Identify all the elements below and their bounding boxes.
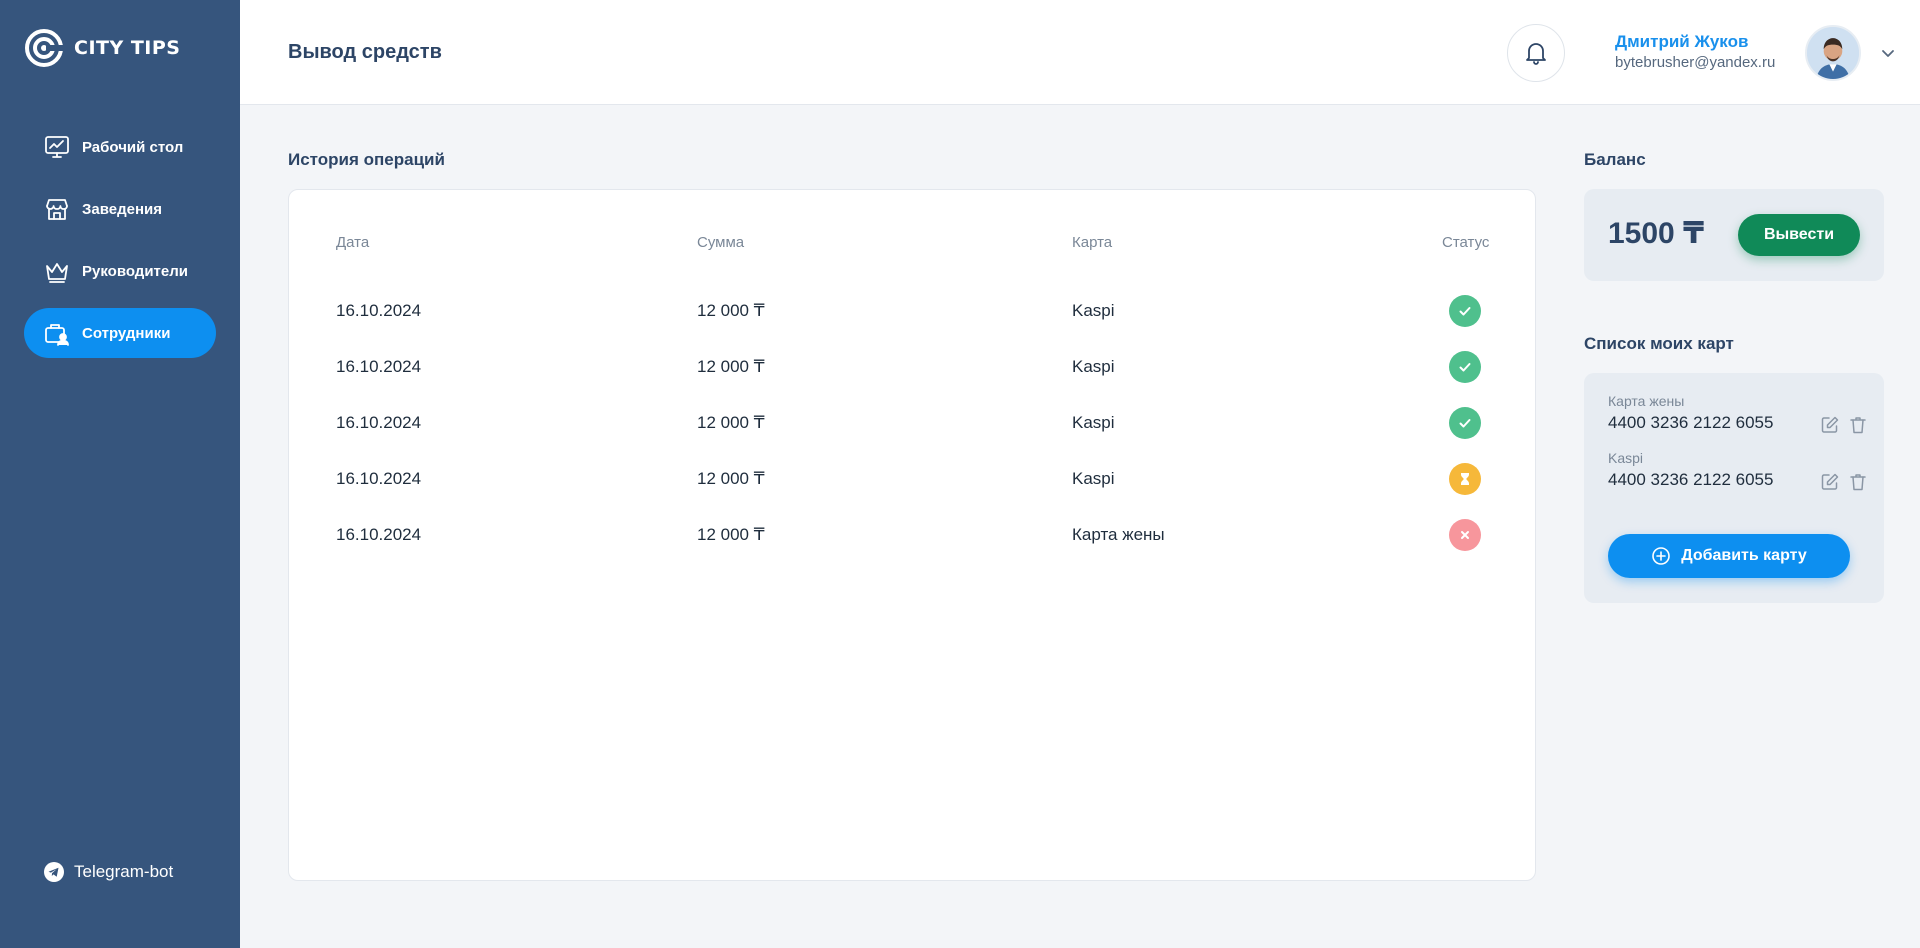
edit-icon (1821, 416, 1839, 433)
crown-icon (46, 263, 68, 283)
table-row[interactable]: 16.10.2024 12 000 ₸ Kaspi (289, 395, 1535, 451)
balance-amount: 1500 ₸ (1608, 217, 1704, 250)
row-amount: 12 000 ₸ (697, 301, 765, 320)
row-date: 16.10.2024 (336, 357, 422, 376)
sidebar-item-label: Рабочий стол (82, 138, 184, 156)
avatar[interactable] (1805, 25, 1861, 81)
close-icon (1461, 531, 1469, 539)
row-date: 16.10.2024 (336, 469, 422, 488)
card-item: Карта жены 4400 3236 2122 6055 (1608, 393, 1866, 441)
table-row[interactable]: 16.10.2024 12 000 ₸ Kaspi (289, 283, 1535, 339)
user-photo-icon (1807, 27, 1859, 79)
delete-card-button[interactable] (1848, 472, 1868, 492)
delete-card-button[interactable] (1848, 415, 1868, 435)
status-badge (1449, 519, 1481, 551)
page-title: Вывод средств (288, 41, 442, 63)
card-number: 4400 3236 2122 6055 (1608, 470, 1774, 489)
status-badge (1449, 351, 1481, 383)
row-card: Kaspi (1072, 469, 1115, 488)
bell-icon (1526, 43, 1546, 65)
table-row[interactable]: 16.10.2024 12 000 ₸ Kaspi (289, 339, 1535, 395)
sidebar-item-employees[interactable]: Сотрудники (24, 308, 216, 358)
cards-title: Список моих карт (1584, 334, 1734, 353)
status-badge (1449, 407, 1481, 439)
history-title: История операций (288, 150, 445, 169)
balance-card: 1500 ₸ Вывести (1584, 189, 1884, 281)
column-header-date: Дата (336, 234, 370, 251)
user-name: Дмитрий Жуков (1615, 32, 1749, 51)
row-amount: 12 000 ₸ (697, 525, 765, 544)
row-amount: 12 000 ₸ (697, 357, 765, 376)
column-header-amount: Сумма (697, 234, 745, 251)
status-badge (1449, 295, 1481, 327)
table-row[interactable]: 16.10.2024 12 000 ₸ Карта жены (289, 507, 1535, 563)
header: Вывод средств Дмитрий Жуков bytebrusher@… (240, 0, 1920, 105)
card-item: Kaspi 4400 3236 2122 6055 (1608, 450, 1866, 498)
column-header-status: Статус (1442, 234, 1490, 251)
card-label: Карта жены (1608, 393, 1685, 409)
logo[interactable]: CITY TIPS (24, 28, 181, 68)
edit-icon (1821, 473, 1839, 490)
row-card: Kaspi (1072, 413, 1115, 432)
telegram-icon (44, 862, 64, 882)
withdraw-button[interactable]: Вывести (1738, 214, 1860, 256)
row-date: 16.10.2024 (336, 525, 422, 544)
check-icon (1459, 307, 1471, 316)
card-label: Kaspi (1608, 450, 1644, 466)
city-tips-logo-icon (25, 29, 64, 67)
history-table: Дата Сумма Карта Статус 16.10.2024 12 00… (288, 189, 1536, 881)
edit-card-button[interactable] (1820, 472, 1840, 492)
chart-monitor-icon (45, 136, 69, 158)
telegram-bot-link[interactable]: Telegram-bot (44, 862, 173, 882)
add-card-label: Добавить карту (1681, 547, 1807, 564)
hourglass-icon (1461, 473, 1469, 485)
employees-icon (45, 324, 69, 346)
balance-title: Баланс (1584, 150, 1646, 169)
trash-icon (1850, 474, 1866, 491)
edit-card-button[interactable] (1820, 415, 1840, 435)
chevron-down-icon[interactable] (1880, 45, 1896, 61)
row-date: 16.10.2024 (336, 301, 422, 320)
card-number: 4400 3236 2122 6055 (1608, 413, 1774, 432)
sidebar: CITY TIPS Рабочий стол Заведения Руковод… (0, 0, 240, 948)
brand-name: CITY TIPS (74, 37, 181, 59)
trash-icon (1850, 417, 1866, 434)
user-email: bytebrusher@yandex.ru (1615, 54, 1776, 71)
row-card: Kaspi (1072, 357, 1115, 376)
column-header-card: Карта (1072, 234, 1113, 251)
table-row[interactable]: 16.10.2024 12 000 ₸ Kaspi (289, 451, 1535, 507)
telegram-bot-label: Telegram-bot (74, 862, 174, 881)
store-icon (46, 199, 68, 220)
status-badge (1449, 463, 1481, 495)
sidebar-item-label: Руководители (82, 262, 188, 280)
plus-circle-icon (1652, 547, 1671, 565)
check-icon (1459, 419, 1471, 428)
add-card-button[interactable]: Добавить карту (1608, 534, 1850, 578)
sidebar-item-managers[interactable]: Руководители (24, 246, 216, 296)
sidebar-item-label: Заведения (82, 200, 163, 218)
sidebar-item-dashboard[interactable]: Рабочий стол (24, 122, 216, 172)
check-icon (1459, 363, 1471, 372)
cards-list: Карта жены 4400 3236 2122 6055 Kaspi 440… (1584, 373, 1884, 603)
row-amount: 12 000 ₸ (697, 413, 765, 432)
sidebar-item-label: Сотрудники (82, 324, 171, 342)
row-amount: 12 000 ₸ (697, 469, 765, 488)
row-card: Карта жены (1072, 525, 1165, 544)
sidebar-nav: Рабочий стол Заведения Руководители Сотр… (24, 122, 216, 370)
row-card: Kaspi (1072, 301, 1115, 320)
row-date: 16.10.2024 (336, 413, 422, 432)
sidebar-item-venues[interactable]: Заведения (24, 184, 216, 234)
notifications-button[interactable] (1507, 24, 1565, 82)
